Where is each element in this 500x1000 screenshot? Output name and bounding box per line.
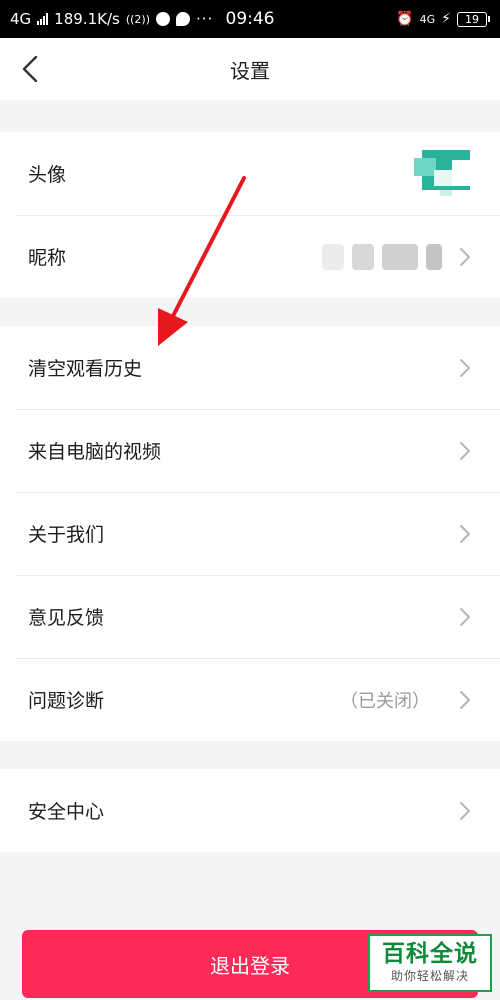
nickname-value-blurred	[322, 243, 442, 270]
section-gap	[0, 298, 500, 326]
settings-row-avatar[interactable]: 头像	[0, 132, 500, 215]
settings-row-pc-videos[interactable]: 来自电脑的视频	[0, 409, 500, 492]
wifi-calling-icon: ((2))	[125, 12, 150, 26]
watermark-logo: 百科全说 助你轻松解决	[368, 934, 492, 992]
settings-row-nickname[interactable]: 昵称	[0, 215, 500, 298]
settings-group: 清空观看历史 来自电脑的视频 关于我们 意见反馈 问题诊断 （已关闭）	[0, 326, 500, 741]
chevron-right-icon	[460, 247, 470, 266]
chevron-right-icon	[460, 524, 470, 543]
row-label: 问题诊断	[28, 690, 105, 712]
settings-row-diagnosis[interactable]: 问题诊断 （已关闭）	[0, 658, 500, 741]
network-type: 4G	[10, 10, 32, 28]
section-gap	[0, 741, 500, 769]
chevron-right-icon	[460, 441, 470, 460]
row-label: 关于我们	[28, 524, 105, 546]
section-gap	[0, 100, 500, 132]
settings-row-security-center[interactable]: 安全中心	[0, 769, 500, 852]
row-label: 安全中心	[28, 801, 105, 823]
chevron-right-icon	[460, 358, 470, 377]
watermark-sub-text: 助你轻松解决	[390, 969, 469, 984]
battery-level: 19	[457, 11, 487, 27]
battery-icon: 19	[457, 11, 490, 27]
app-notification-icon	[156, 12, 170, 26]
security-group: 安全中心	[0, 769, 500, 852]
row-label: 清空观看历史	[28, 358, 143, 380]
row-label: 头像	[28, 164, 67, 186]
more-dots-icon: ···	[196, 10, 214, 28]
status-bar: 4G 189.1K/s ((2)) ··· 09:46 ⏰ 4G ⚡ 19	[0, 0, 500, 38]
signal-icon	[37, 13, 49, 25]
diagnosis-status: （已关闭）	[340, 690, 430, 712]
settings-row-feedback[interactable]: 意见反馈	[0, 575, 500, 658]
data-icon: 4G	[419, 12, 436, 26]
status-time: 09:46	[225, 9, 275, 29]
chat-icon	[176, 12, 190, 26]
back-chevron-icon[interactable]	[22, 55, 46, 83]
watermark-main-text: 百科全说	[382, 940, 478, 967]
row-label: 昵称	[28, 247, 67, 269]
page-title: 设置	[230, 58, 270, 83]
network-speed: 189.1K/s	[54, 10, 120, 28]
alarm-icon: ⏰	[396, 11, 414, 27]
row-label: 意见反馈	[28, 607, 105, 629]
charging-icon: ⚡	[441, 11, 451, 27]
chevron-right-icon	[460, 801, 470, 820]
avatar	[412, 149, 470, 198]
nav-bar: 设置	[0, 38, 500, 100]
chevron-right-icon	[460, 690, 470, 709]
profile-group: 头像 昵称	[0, 132, 500, 298]
settings-row-about-us[interactable]: 关于我们	[0, 492, 500, 575]
row-label: 来自电脑的视频	[28, 441, 162, 463]
settings-row-clear-history[interactable]: 清空观看历史	[0, 326, 500, 409]
chevron-right-icon	[460, 607, 470, 626]
